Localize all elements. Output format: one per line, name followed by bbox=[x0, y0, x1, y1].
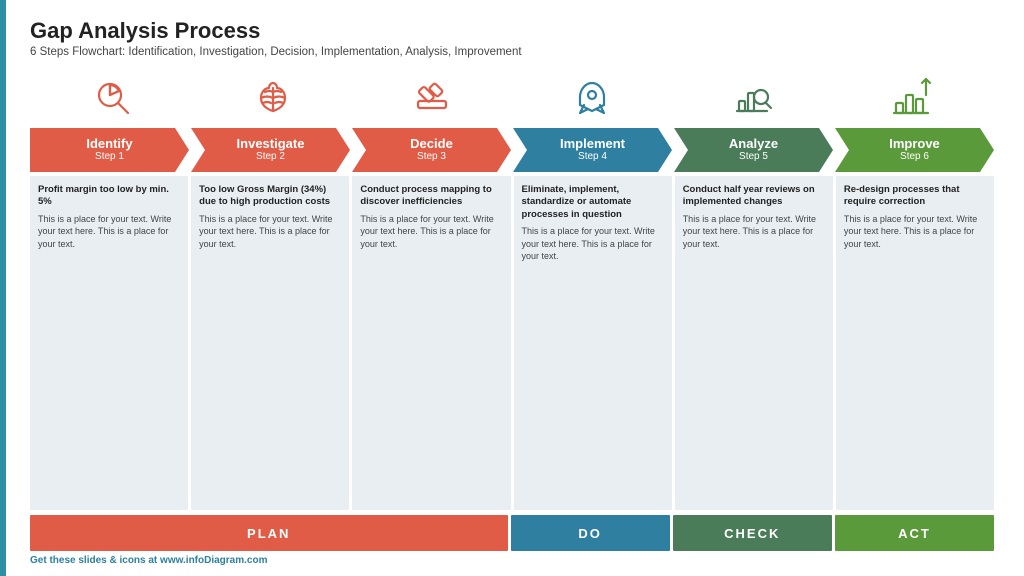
footer: Get these slides & icons at www.infoDiag… bbox=[30, 555, 994, 566]
card-body-2: This is a place for your text. Write you… bbox=[199, 213, 341, 251]
chart-arrow-icon bbox=[888, 75, 932, 119]
card-body-3: This is a place for your text. Write you… bbox=[360, 213, 502, 251]
arrow-step-label-4: Step 4 bbox=[578, 151, 607, 163]
card-body-1: This is a place for your text. Write you… bbox=[38, 213, 180, 251]
arrow-step-4: ImplementStep 4 bbox=[513, 128, 672, 172]
card-3: Conduct process mapping to discover inef… bbox=[352, 176, 510, 510]
footer-text2: .com bbox=[244, 555, 267, 566]
arrow-step-label-2: Step 2 bbox=[256, 151, 285, 163]
card-4: Eliminate, implement, standardize or aut… bbox=[514, 176, 672, 510]
page-title: Gap Analysis Process bbox=[30, 18, 994, 44]
header: Gap Analysis Process 6 Steps Flowchart: … bbox=[30, 18, 994, 58]
icon-cell-2 bbox=[193, 66, 352, 128]
arrow-label-6: Improve bbox=[889, 137, 940, 151]
accent-bar bbox=[0, 0, 6, 576]
pdca-act: ACT bbox=[835, 515, 994, 551]
arrow-step-5: AnalyzeStep 5 bbox=[674, 128, 833, 172]
arrow-label-5: Analyze bbox=[729, 137, 778, 151]
arrow-label-3: Decide bbox=[410, 137, 453, 151]
pdca-check: CHECK bbox=[673, 515, 832, 551]
card-title-3: Conduct process mapping to discover inef… bbox=[360, 184, 502, 209]
card-title-6: Re-design processes that require correct… bbox=[844, 184, 986, 209]
arrow-step-label-6: Step 6 bbox=[900, 151, 929, 163]
card-6: Re-design processes that require correct… bbox=[836, 176, 994, 510]
pdca-row: PLAN DO CHECK ACT bbox=[30, 515, 994, 551]
icon-cell-3 bbox=[353, 66, 512, 128]
arrow-step-6: ImproveStep 6 bbox=[835, 128, 994, 172]
arrow-step-2: InvestigateStep 2 bbox=[191, 128, 350, 172]
arrow-step-label-3: Step 3 bbox=[417, 151, 446, 163]
pdca-do: DO bbox=[511, 515, 670, 551]
cards-row: Profit margin too low by min. 5% This is… bbox=[30, 176, 994, 510]
card-title-2: Too low Gross Margin (34%) due to high p… bbox=[199, 184, 341, 209]
search-chart-icon bbox=[92, 75, 136, 119]
arrows-row: IdentifyStep 1InvestigateStep 2DecideSte… bbox=[30, 128, 994, 172]
arrow-label-1: Identify bbox=[86, 137, 132, 151]
footer-brand: infoDiagram bbox=[186, 555, 244, 566]
arrow-label-4: Implement bbox=[560, 137, 625, 151]
chart-search-icon bbox=[729, 75, 773, 119]
page-subtitle: 6 Steps Flowchart: Identification, Inves… bbox=[30, 46, 994, 58]
icons-row bbox=[30, 66, 994, 128]
card-title-1: Profit margin too low by min. 5% bbox=[38, 184, 180, 209]
card-2: Too low Gross Margin (34%) due to high p… bbox=[191, 176, 349, 510]
card-5: Conduct half year reviews on implemented… bbox=[675, 176, 833, 510]
arrow-label-2: Investigate bbox=[237, 137, 305, 151]
arrow-step-3: DecideStep 3 bbox=[352, 128, 511, 172]
card-1: Profit margin too low by min. 5% This is… bbox=[30, 176, 188, 510]
card-body-6: This is a place for your text. Write you… bbox=[844, 213, 986, 251]
pdca-plan: PLAN bbox=[30, 515, 508, 551]
gavel-icon bbox=[410, 75, 454, 119]
footer-text: Get these slides & icons at www. bbox=[30, 555, 186, 566]
arrow-step-label-5: Step 5 bbox=[739, 151, 768, 163]
icon-cell-6 bbox=[831, 66, 990, 128]
page: Gap Analysis Process 6 Steps Flowchart: … bbox=[0, 0, 1024, 576]
card-title-5: Conduct half year reviews on implemented… bbox=[683, 184, 825, 209]
icon-cell-5 bbox=[671, 66, 830, 128]
rocket-icon bbox=[570, 75, 614, 119]
icon-cell-1 bbox=[34, 66, 193, 128]
card-body-5: This is a place for your text. Write you… bbox=[683, 213, 825, 251]
icon-cell-4 bbox=[512, 66, 671, 128]
card-title-4: Eliminate, implement, standardize or aut… bbox=[522, 184, 664, 221]
arrow-step-1: IdentifyStep 1 bbox=[30, 128, 189, 172]
brain-icon bbox=[251, 75, 295, 119]
card-body-4: This is a place for your text. Write you… bbox=[522, 225, 664, 263]
arrow-step-label-1: Step 1 bbox=[95, 151, 124, 163]
